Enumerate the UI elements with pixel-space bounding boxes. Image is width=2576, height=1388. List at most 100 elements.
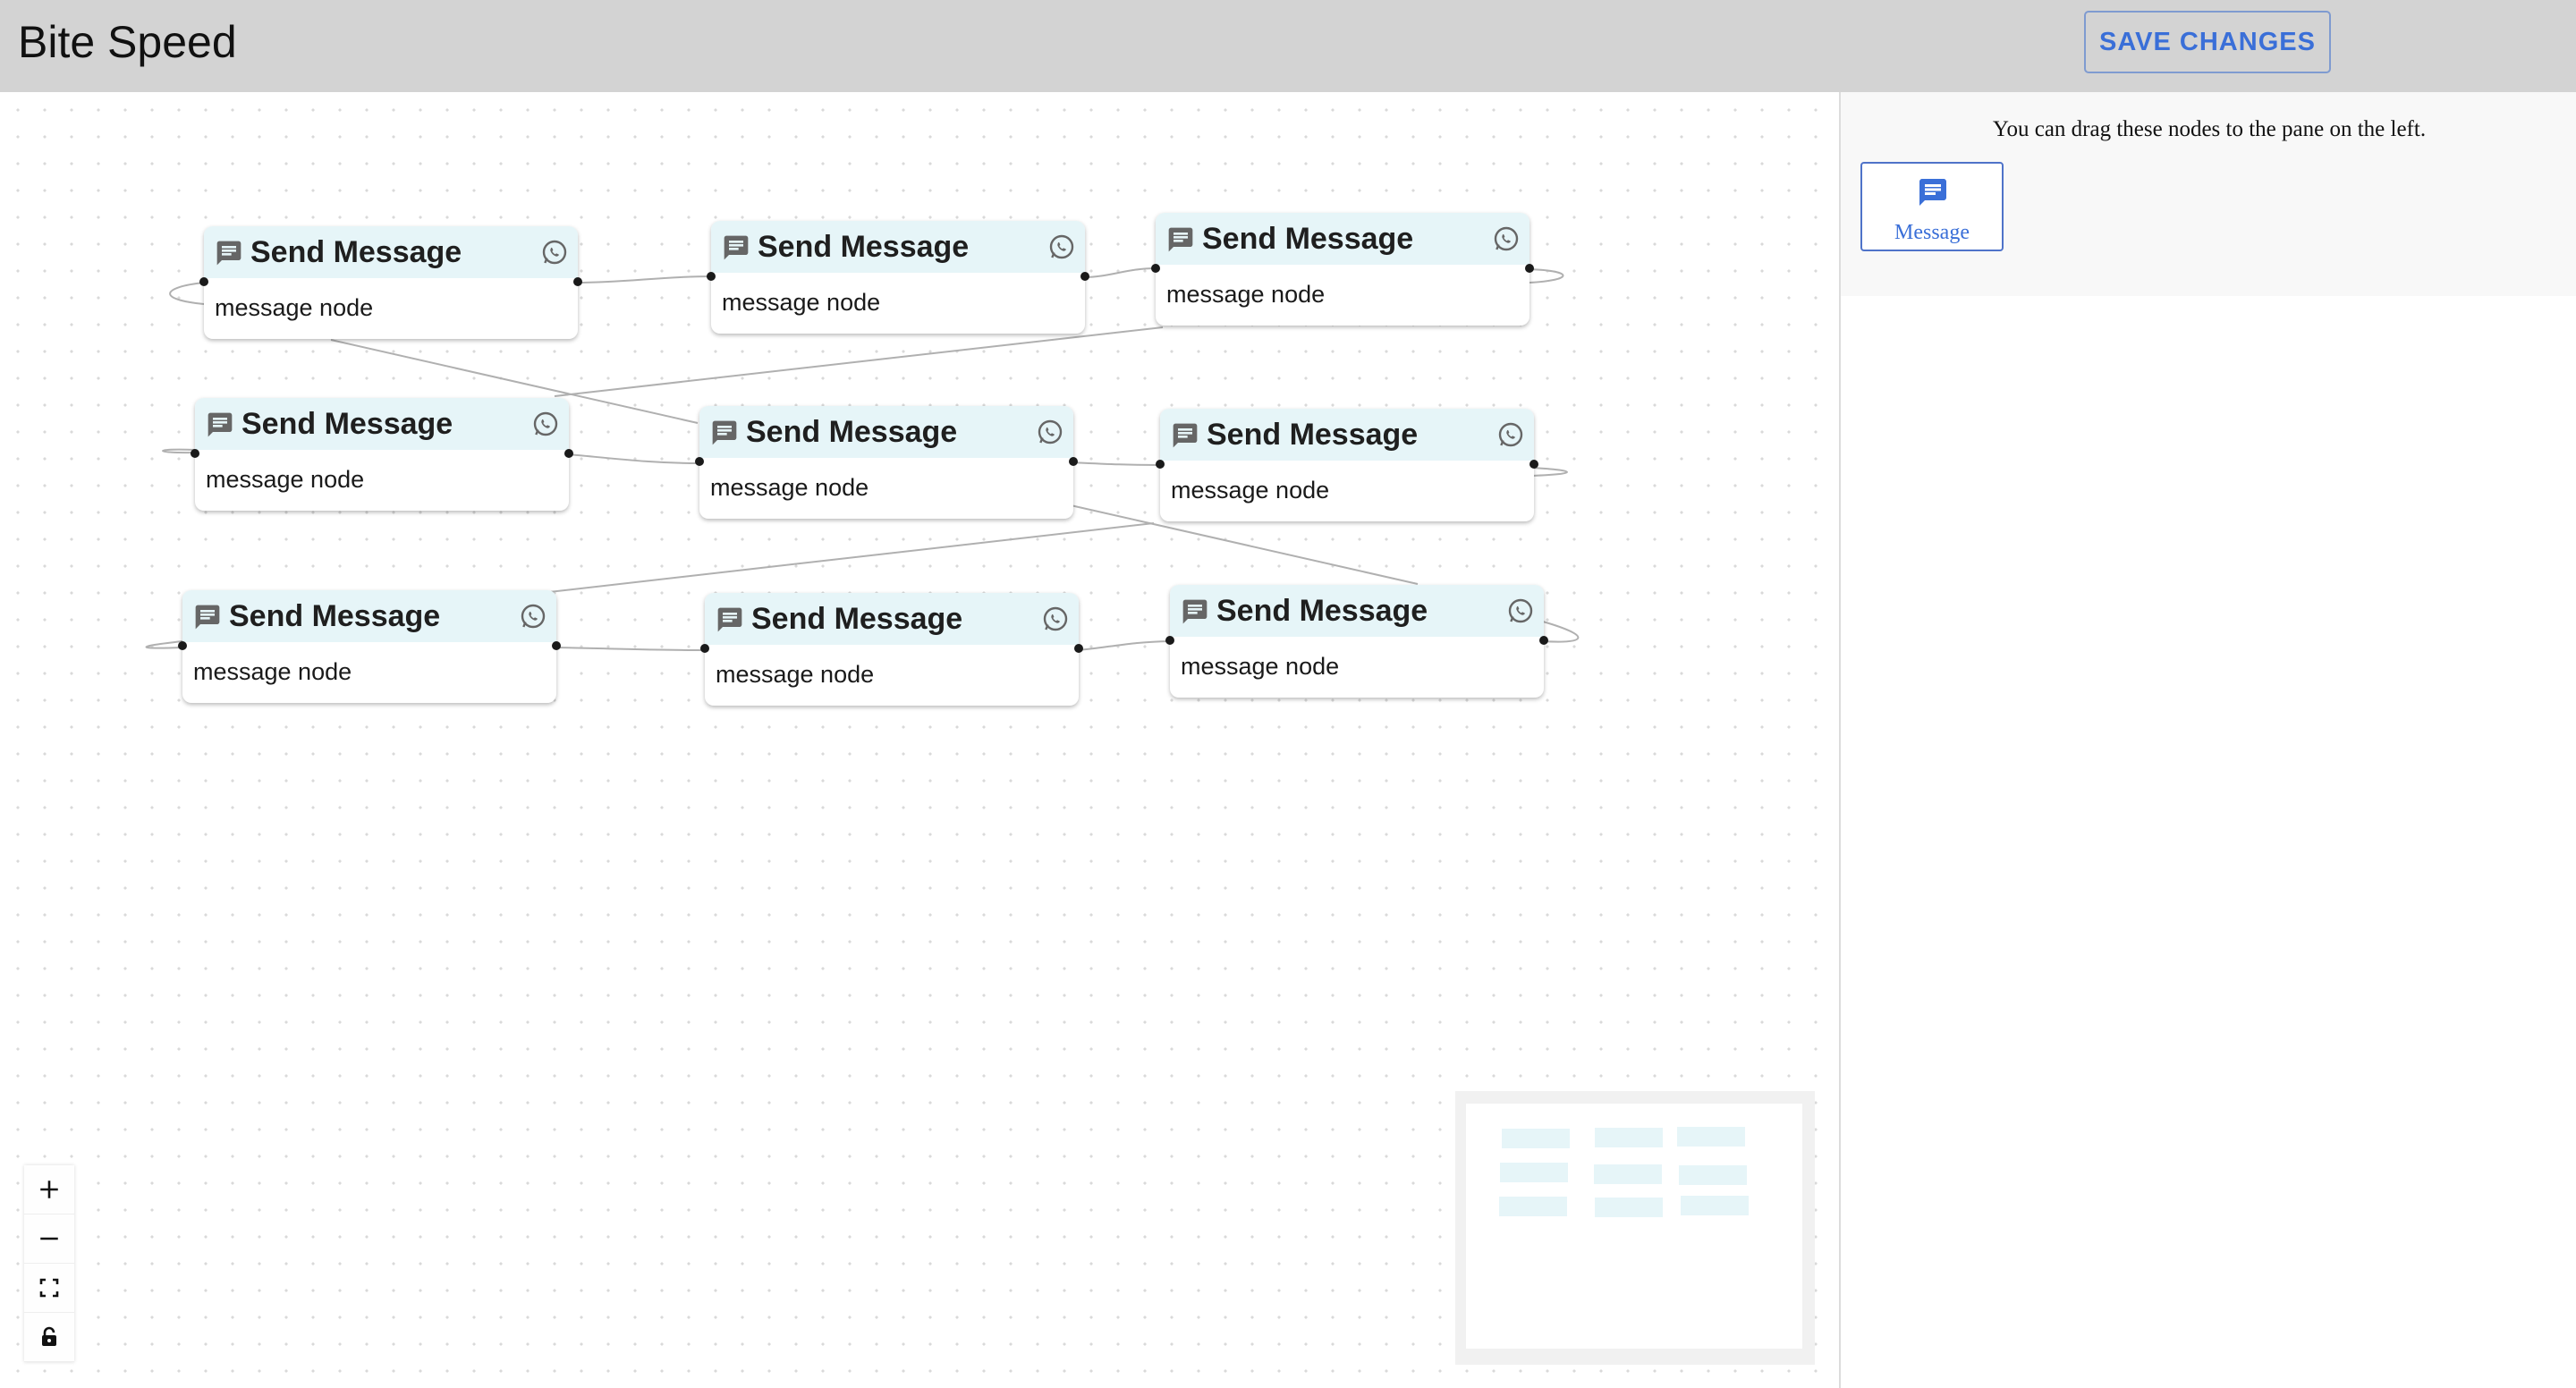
node-body: message node [193,658,352,685]
source-handle[interactable] [1539,636,1548,645]
minimap-viewport [1466,1104,1802,1349]
edge [540,522,1155,594]
minimap-node [1500,1163,1568,1182]
lock-icon [42,1326,56,1346]
lock-button[interactable] [24,1313,74,1362]
node-body: message node [722,289,881,316]
message-icon [195,605,220,630]
edge [1083,267,1157,278]
source-handle[interactable] [552,641,561,650]
node-header: Send Message [1160,409,1534,461]
flow-node[interactable]: Send Message message node [199,226,582,339]
node-title: Send Message [758,230,970,264]
minimap-node [1502,1129,1570,1148]
zoom-out-button[interactable] [24,1214,74,1264]
whatsapp-icon [1043,606,1068,631]
minimap-node [1499,1197,1567,1216]
flow-node[interactable]: Send Message message node [1156,409,1538,521]
whatsapp-icon [1049,234,1074,259]
whatsapp-icon [1498,422,1523,447]
whatsapp-icon [1508,598,1533,623]
node-header: Send Message [1170,585,1544,637]
whatsapp-icon [1494,226,1519,251]
message-icon [717,607,742,632]
node-header: Send Message [204,226,578,278]
edge [554,326,1164,397]
node-title: Send Message [751,602,963,636]
source-handle[interactable] [573,277,582,286]
node-header: Send Message [195,398,569,450]
source-handle[interactable] [1525,264,1534,273]
node-header: Send Message [705,593,1079,645]
target-handle[interactable] [700,644,709,653]
message-icon [1919,179,1946,206]
target-handle[interactable] [1156,460,1165,469]
target-handle[interactable] [178,641,187,650]
app-header: Bite Speed SAVE CHANGES [0,0,2576,92]
minimap[interactable] [1455,1091,1815,1365]
message-icon [712,420,737,445]
edge [169,282,205,305]
node-body: message node [716,661,875,688]
fit-view-button[interactable] [24,1264,74,1313]
node-title: Send Message [746,415,958,449]
node-title: Send Message [229,599,441,633]
flow-node[interactable]: Send Message message node [707,221,1089,334]
target-handle[interactable] [1165,636,1174,645]
flow-node[interactable]: Send Message message node [191,398,573,511]
edge [1077,640,1171,651]
node-title: Send Message [242,407,453,441]
message-node-palette-item[interactable]: Message [1860,162,2004,251]
edge [1070,461,1162,466]
source-handle[interactable] [1069,457,1078,466]
flow-node[interactable]: Send Message message node [695,406,1078,519]
minimap-node [1595,1128,1663,1147]
source-handle[interactable] [1074,644,1083,653]
edge [555,647,706,651]
target-handle[interactable] [707,272,716,281]
minus-icon [40,1237,58,1240]
flow-node[interactable]: Send Message message node [1165,585,1548,698]
node-header: Send Message [711,221,1085,273]
target-handle[interactable] [199,277,208,286]
whatsapp-icon [521,604,546,629]
flow-controls [24,1165,74,1362]
message-icon [208,412,233,437]
minimap-node [1681,1196,1749,1215]
fit-view-icon [39,1278,59,1298]
node-header: Send Message [1156,213,1530,265]
source-handle[interactable] [1080,272,1089,281]
save-changes-button[interactable]: SAVE CHANGES [2084,11,2331,73]
target-handle[interactable] [695,457,704,466]
flow-node[interactable]: Send Message message node [1151,213,1534,326]
edge [1531,467,1568,477]
edge [567,453,700,464]
node-title: Send Message [1202,222,1414,256]
node-body: message node [1181,653,1340,680]
zoom-in-button[interactable] [24,1165,74,1214]
node-body: message node [215,294,374,321]
message-icon [1173,423,1198,448]
target-handle[interactable] [1151,264,1160,273]
drag-hint: You can drag these nodes to the pane on … [1992,117,2427,141]
source-handle[interactable] [564,449,573,458]
minimap-node [1679,1165,1747,1185]
node-header: Send Message [699,406,1073,458]
node-body: message node [1171,477,1330,504]
target-handle[interactable] [191,449,199,458]
message-icon [1182,599,1208,624]
app-title: Bite Speed [18,17,237,67]
plus-icon [40,1181,58,1198]
edge [145,640,183,649]
whatsapp-icon [542,240,567,265]
flow-canvas[interactable]: Send Message message node Send Message m… [0,92,1839,1388]
flow-node[interactable]: Send Message message node [178,590,561,703]
source-handle[interactable] [1530,460,1538,469]
node-header: Send Message [182,590,556,642]
nodes-panel: You can drag these nodes to the pane on … [1839,92,2576,1388]
flow-node[interactable]: Send Message message node [700,593,1083,706]
node-title: Send Message [1207,418,1419,452]
message-icon [724,235,749,260]
palette-item-label: Message [1894,221,1970,244]
message-icon [216,241,242,266]
